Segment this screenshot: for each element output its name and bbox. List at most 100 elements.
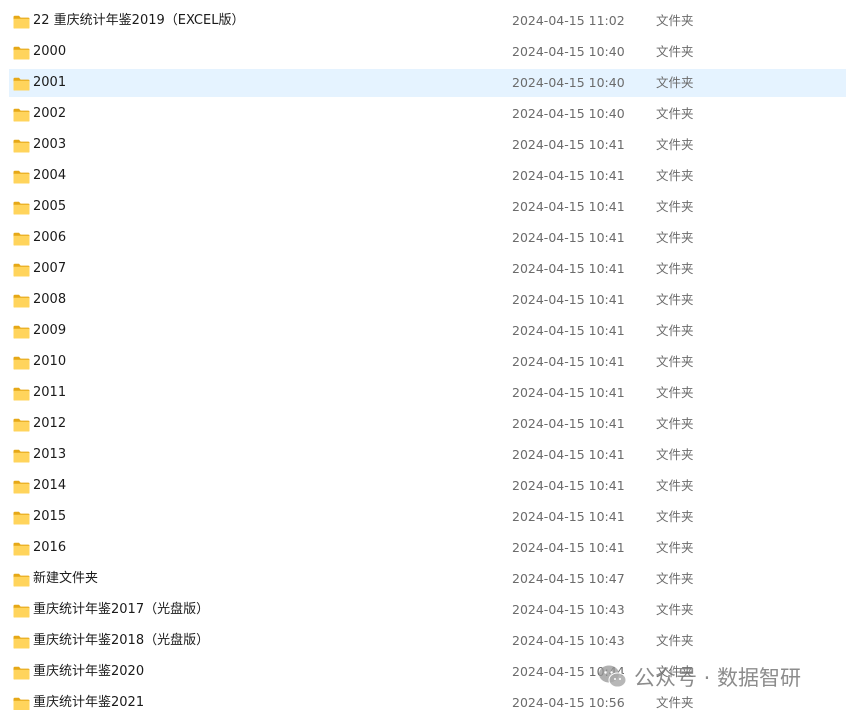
folder-icon <box>13 324 30 339</box>
file-row[interactable]: 重庆统计年鉴2017（光盘版） 2024-04-15 10:43 文件夹 <box>0 595 849 626</box>
folder-icon <box>13 510 30 525</box>
file-name: 2011 <box>33 385 67 400</box>
file-name: 2000 <box>33 44 67 59</box>
file-row[interactable]: 2004 2024-04-15 10:41 文件夹 <box>0 161 849 192</box>
file-row[interactable]: 2010 2024-04-15 10:41 文件夹 <box>0 347 849 378</box>
file-type: 文件夹 <box>656 230 694 245</box>
file-type: 文件夹 <box>656 447 694 462</box>
folder-icon <box>13 603 30 618</box>
file-date: 2024-04-15 10:41 <box>512 323 625 338</box>
file-type: 文件夹 <box>656 13 694 28</box>
file-row-selected[interactable]: 2001 2024-04-15 10:40 文件夹 <box>0 68 849 99</box>
file-row[interactable]: 2005 2024-04-15 10:41 文件夹 <box>0 192 849 223</box>
file-name: 2007 <box>33 261 67 276</box>
file-row[interactable]: 2000 2024-04-15 10:40 文件夹 <box>0 37 849 68</box>
file-name: 2003 <box>33 137 67 152</box>
folder-icon <box>13 634 30 649</box>
file-date: 2024-04-15 10:41 <box>512 261 625 276</box>
file-type: 文件夹 <box>656 292 694 307</box>
file-name: 重庆统计年鉴2017（光盘版） <box>33 602 210 617</box>
folder-icon <box>13 665 30 680</box>
folder-icon <box>13 76 30 91</box>
folder-icon <box>13 448 30 463</box>
file-date: 2024-04-15 10:41 <box>512 447 625 462</box>
file-date: 2024-04-15 10:40 <box>512 75 625 90</box>
file-date: 2024-04-15 10:40 <box>512 44 625 59</box>
watermark: 公众号 · 数据智研 <box>598 660 801 694</box>
file-date: 2024-04-15 10:41 <box>512 354 625 369</box>
file-name: 新建文件夹 <box>33 571 99 586</box>
file-type: 文件夹 <box>656 509 694 524</box>
file-row[interactable]: 2007 2024-04-15 10:41 文件夹 <box>0 254 849 285</box>
file-date: 2024-04-15 10:41 <box>512 416 625 431</box>
file-row[interactable]: 2015 2024-04-15 10:41 文件夹 <box>0 502 849 533</box>
file-date: 2024-04-15 10:43 <box>512 633 625 648</box>
file-row[interactable]: 2006 2024-04-15 10:41 文件夹 <box>0 223 849 254</box>
file-name: 2013 <box>33 447 67 462</box>
folder-icon <box>13 572 30 587</box>
file-name: 2001 <box>33 75 67 90</box>
file-row[interactable]: 2008 2024-04-15 10:41 文件夹 <box>0 285 849 316</box>
file-date: 2024-04-15 10:41 <box>512 292 625 307</box>
file-date: 2024-04-15 10:41 <box>512 199 625 214</box>
file-name: 2004 <box>33 168 67 183</box>
folder-icon <box>13 262 30 277</box>
file-type: 文件夹 <box>656 75 694 90</box>
file-row[interactable]: 2002 2024-04-15 10:40 文件夹 <box>0 99 849 130</box>
watermark-text: 公众号 · 数据智研 <box>634 666 802 690</box>
wechat-icon <box>598 664 628 690</box>
file-type: 文件夹 <box>656 106 694 121</box>
file-name: 重庆统计年鉴2021 <box>33 695 145 710</box>
file-row[interactable]: 重庆统计年鉴2018（光盘版） 2024-04-15 10:43 文件夹 <box>0 626 849 657</box>
file-list: 22 重庆统计年鉴2019（EXCEL版） 2024-04-15 11:02 文… <box>0 6 849 710</box>
file-name: 2015 <box>33 509 67 524</box>
folder-icon <box>13 200 30 215</box>
file-type: 文件夹 <box>656 602 694 617</box>
file-name: 重庆统计年鉴2018（光盘版） <box>33 633 210 648</box>
file-type: 文件夹 <box>656 261 694 276</box>
file-date: 2024-04-15 10:43 <box>512 602 625 617</box>
file-name: 2008 <box>33 292 67 307</box>
file-date: 2024-04-15 10:41 <box>512 137 625 152</box>
file-type: 文件夹 <box>656 571 694 586</box>
folder-icon <box>13 45 30 60</box>
file-name: 2002 <box>33 106 67 121</box>
file-type: 文件夹 <box>656 168 694 183</box>
file-row[interactable]: 2009 2024-04-15 10:41 文件夹 <box>0 316 849 347</box>
file-name: 2014 <box>33 478 67 493</box>
file-row[interactable]: 2016 2024-04-15 10:41 文件夹 <box>0 533 849 564</box>
folder-icon <box>13 231 30 246</box>
file-type: 文件夹 <box>656 416 694 431</box>
file-type: 文件夹 <box>656 323 694 338</box>
file-date: 2024-04-15 10:47 <box>512 571 625 586</box>
folder-icon <box>13 138 30 153</box>
file-type: 文件夹 <box>656 540 694 555</box>
folder-icon <box>13 696 30 710</box>
file-type: 文件夹 <box>656 478 694 493</box>
file-type: 文件夹 <box>656 354 694 369</box>
file-row[interactable]: 2003 2024-04-15 10:41 文件夹 <box>0 130 849 161</box>
file-row[interactable]: 新建文件夹 2024-04-15 10:47 文件夹 <box>0 564 849 595</box>
file-type: 文件夹 <box>656 137 694 152</box>
file-date: 2024-04-15 10:41 <box>512 385 625 400</box>
folder-icon <box>13 479 30 494</box>
file-date: 2024-04-15 10:41 <box>512 478 625 493</box>
folder-icon <box>13 14 30 29</box>
file-name: 2006 <box>33 230 67 245</box>
folder-icon <box>13 386 30 401</box>
file-date: 2024-04-15 10:41 <box>512 540 625 555</box>
file-row[interactable]: 2014 2024-04-15 10:41 文件夹 <box>0 471 849 502</box>
file-date: 2024-04-15 10:40 <box>512 106 625 121</box>
file-row[interactable]: 2013 2024-04-15 10:41 文件夹 <box>0 440 849 471</box>
file-row[interactable]: 2011 2024-04-15 10:41 文件夹 <box>0 378 849 409</box>
file-row[interactable]: 22 重庆统计年鉴2019（EXCEL版） 2024-04-15 11:02 文… <box>0 6 849 37</box>
file-date: 2024-04-15 10:41 <box>512 230 625 245</box>
file-date: 2024-04-15 11:02 <box>512 13 625 28</box>
file-name: 2005 <box>33 199 67 214</box>
folder-icon <box>13 541 30 556</box>
file-date: 2024-04-15 10:41 <box>512 168 625 183</box>
file-name: 重庆统计年鉴2020 <box>33 664 145 679</box>
folder-icon <box>13 293 30 308</box>
file-row[interactable]: 2012 2024-04-15 10:41 文件夹 <box>0 409 849 440</box>
folder-icon <box>13 169 30 184</box>
